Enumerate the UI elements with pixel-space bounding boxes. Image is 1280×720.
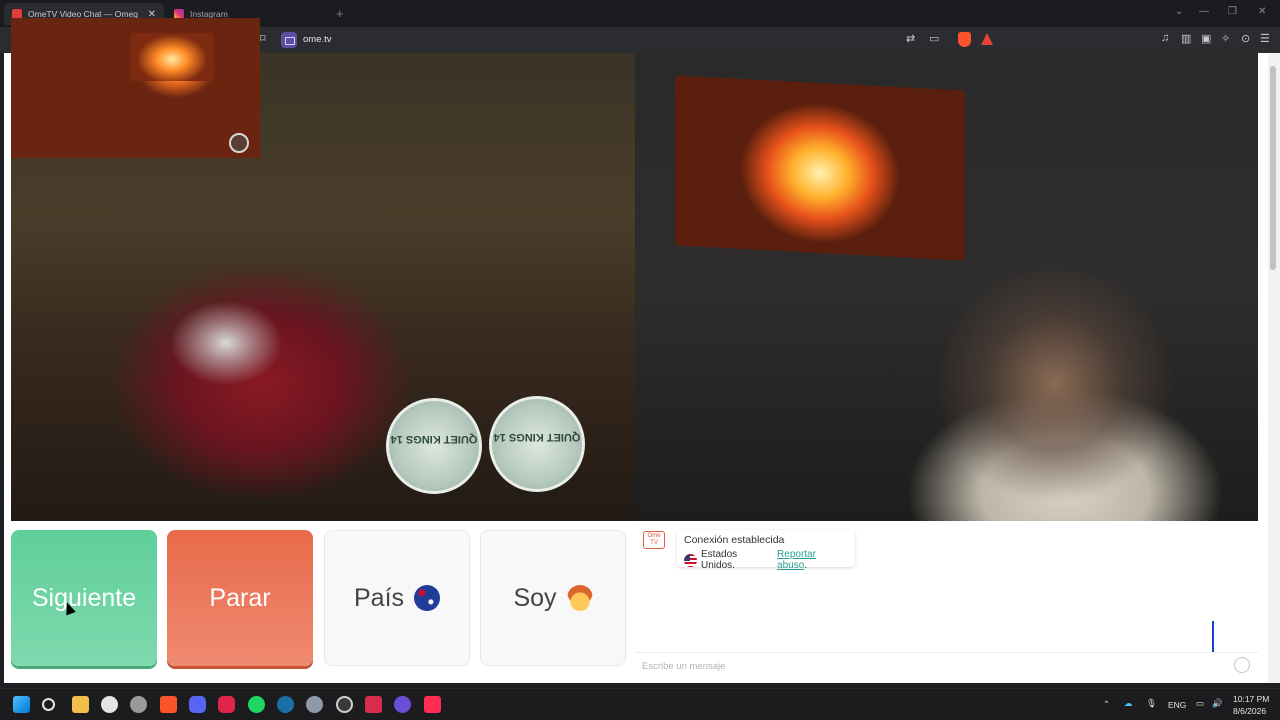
steam-icon[interactable] [277,696,294,713]
country-button[interactable]: País [324,530,470,666]
report-suffix: . [804,560,808,571]
tin-label: QUIET KINGS 14 [390,433,478,445]
emoji-icon[interactable] [1234,657,1250,673]
next-button[interactable]: Siguiente [11,530,157,666]
url-field[interactable]: ome.tv [303,34,332,45]
tin-image: QUIET KINGS 14 [489,396,585,492]
close-window-icon[interactable]: ✕ [1258,6,1266,17]
chevron-up-icon[interactable]: ⌃ [1103,699,1110,710]
stop-label: Parar [209,583,271,612]
spotify-icon[interactable] [248,696,265,713]
scrollbar-thumb[interactable] [1270,66,1276,270]
search-icon[interactable] [42,698,55,711]
maximize-icon[interactable]: ❐ [1228,6,1237,17]
report-abuse-link[interactable]: Reportar abuso [777,549,816,571]
message-input[interactable] [642,658,1222,674]
obs-icon[interactable] [336,696,353,713]
brave-rewards-icon[interactable] [981,33,993,45]
tiktok-icon[interactable] [424,696,441,713]
fireplace-image [131,33,213,81]
tin-image: QUIET KINGS 14 [386,398,482,494]
network-icon[interactable]: ▭ [1196,698,1204,709]
file-explorer-icon[interactable] [72,696,89,713]
system-message: Conexión establecida Estados Unidos. Rep… [677,530,855,571]
gender-label: Soy [513,583,557,612]
fireplace-tv-image [675,75,965,261]
ometv-logo: Ome TV [643,531,665,549]
cast-icon[interactable]: ▭ [929,32,939,45]
leo-ai-icon[interactable]: ✧ [1221,32,1230,45]
new-tab-button[interactable]: + [336,6,344,21]
country-label: País [353,583,405,612]
app-icon[interactable] [394,696,411,713]
gender-button[interactable]: Soy [480,530,626,666]
menu-icon[interactable]: ☰ [1260,32,1270,45]
app-icon[interactable] [365,696,382,713]
boy-emoji-icon [566,585,593,611]
minimize-icon[interactable]: — [1199,6,1209,17]
bookmark-icon[interactable]: ⌑ [260,32,266,45]
partner-country-line: Estados Unidos. Reportar abuso. [684,549,848,571]
app-icon[interactable] [130,696,147,713]
brave-icon[interactable] [160,696,177,713]
discord-icon[interactable] [189,696,206,713]
media-icon[interactable]: ♫ [1161,32,1169,44]
self-video [635,53,1258,521]
volume-icon[interactable]: 🔊 [1212,698,1223,709]
microphone-icon[interactable]: 🎙 [1146,698,1157,709]
chevron-down-icon[interactable]: ⌄ [1175,6,1183,17]
language-indicator[interactable]: ENG [1168,700,1186,710]
translate-icon[interactable]: ⇄ [906,32,915,45]
next-label: Siguiente [31,583,137,612]
us-flag-icon [684,553,697,567]
stop-button[interactable]: Parar [167,530,313,666]
settings-icon[interactable] [306,696,323,713]
site-icon [281,32,297,48]
australia-flag-icon [414,585,441,611]
message-input-bar [635,652,1258,678]
taskbar: ⌃ ☁ 🎙 ENG ▭ 🔊 10:17 PM 8/6/2026 [0,688,1280,720]
sidebar-icon[interactable]: ▥ [1181,32,1191,45]
brave-shield-icon[interactable] [958,32,971,47]
app-icon[interactable] [218,696,235,713]
onedrive-icon[interactable]: ☁ [1124,698,1133,709]
text-caret [1212,621,1214,653]
clock-date[interactable]: 8/6/2026 [1233,706,1266,716]
connection-status: Conexión establecida [684,534,785,546]
wallet-icon[interactable]: ▣ [1201,32,1211,45]
xbox-icon[interactable] [101,696,118,713]
windows-start-icon[interactable] [13,696,30,713]
vpn-icon[interactable]: ⊙ [1241,32,1250,45]
tin-label: QUIET KINGS 14 [493,431,581,443]
partner-country: Estados Unidos. [701,549,738,571]
user-icon [229,133,249,153]
clock-time[interactable]: 10:17 PM [1233,694,1269,704]
webcam-overlay [11,18,260,158]
